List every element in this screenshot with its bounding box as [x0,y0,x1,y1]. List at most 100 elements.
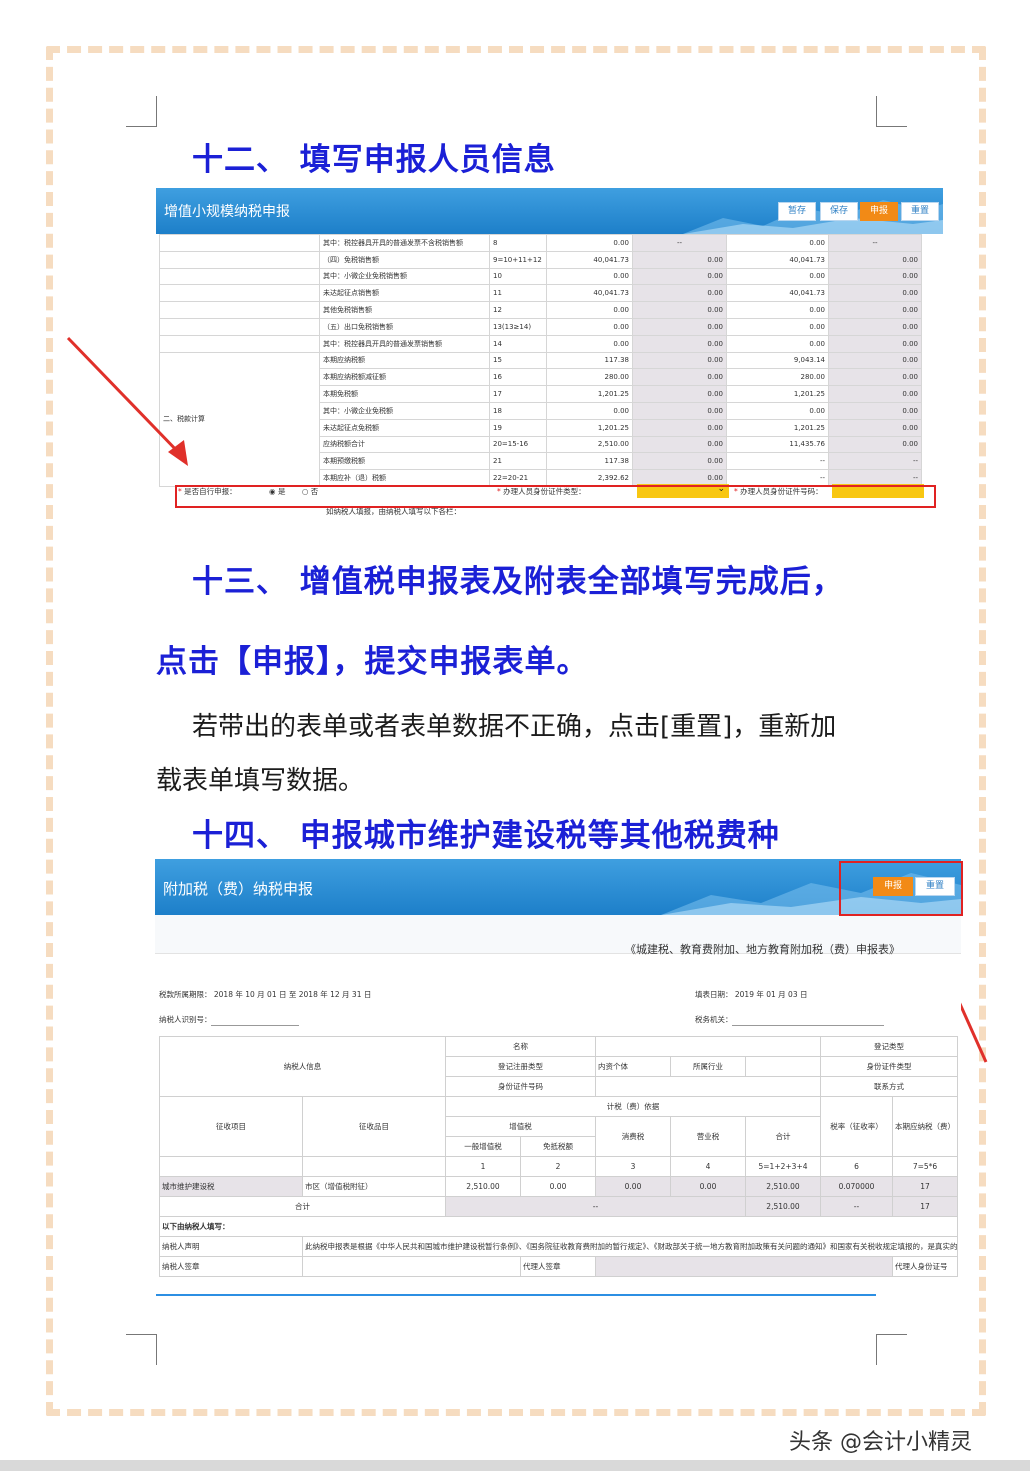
row-value[interactable]: 2,510.00 [546,435,633,454]
table-row: 其中：税控器具开具的普通发票销售额 14 0.00 0.00 0.00 0.00 [159,334,922,353]
table-row: （五）出口免税销售额 13(13≥14) 0.00 0.00 0.00 0.00 [159,317,922,336]
row-number: 22=20-21 [489,469,547,487]
row-value: 0.00 [632,334,727,353]
row-label: （四）免税销售额 [319,250,490,269]
row-number: 20=15-16 [489,435,547,454]
col-subitem: 征收品目 [302,1096,446,1157]
row-value[interactable]: 1,201.25 [726,385,829,403]
row-value[interactable]: 1,201.25 [726,418,829,437]
row-value[interactable]: 11,435.76 [726,435,829,454]
row-value: 0.00 [828,250,922,269]
sum-label: 合计 [159,1196,446,1217]
tax-office-field[interactable] [732,1025,884,1026]
section-13-heading-line1: 十三、 增值税申报表及附表全部填写完成后， [192,564,844,600]
paragraph-line1: 若带出的表单或者表单数据不正确，点击[重置]，重新加 [192,712,837,742]
crop-mark [126,96,157,127]
row-value: 0.00 [828,284,922,303]
row-value[interactable]: -- [726,452,829,471]
row-value[interactable]: 0.00 [520,1176,596,1197]
row-value[interactable]: 0.00 [726,301,829,319]
crop-mark [126,1334,157,1365]
row-value[interactable]: 40,041.73 [726,250,829,269]
row-label: （五）出口免税销售额 [319,317,490,336]
reg-kind-label: 登记类型 [820,1036,958,1057]
row-value[interactable]: 9,043.14 [726,351,829,370]
row-value[interactable]: 40,041.73 [726,284,829,303]
table-row: 二、税款计算 本期应纳税额 15 117.38 0.00 9,043.14 0.00 [159,351,922,487]
row-label: 本期应补（退）税额 [319,469,490,487]
row-number: 19 [489,418,547,437]
industry-value [745,1056,821,1077]
row-value[interactable]: -- [726,469,829,487]
row-value: 0.00 [828,435,922,454]
blank-cell [159,1156,303,1177]
row-value: 0.070000 [820,1176,893,1197]
col-rate: 税率（征收率） [820,1096,893,1157]
table-row: 其中：税控器具开具的普通发票不含税销售额 8 0.00 -- 0.00 -- [159,234,922,252]
col-due: 本期应纳税（费） [892,1096,958,1157]
row-value[interactable]: 0.00 [546,401,633,420]
agent-id-label: 代理人身份证号 [892,1256,958,1277]
row-value[interactable]: 117.38 [546,452,633,471]
row-value: 0.00 [828,267,922,286]
id-no-label: 身份证件号码 [445,1076,596,1097]
table-row: 未达起征点销售额 11 40,041.73 0.00 40,041.73 0.00 [159,284,922,303]
section-cell [159,234,320,252]
row-label: 其中：小微企业免税销售额 [319,267,490,286]
row-value: 0.00 [632,385,727,403]
sign-field[interactable] [302,1256,521,1277]
col-num: 3 [595,1156,671,1177]
submit-button[interactable]: 申报 [860,202,898,221]
row-value[interactable]: 40,041.73 [546,250,633,269]
row-value[interactable]: 0.00 [726,267,829,286]
row-number: 21 [489,452,547,471]
col-basis: 计税（费）依据 [445,1096,821,1117]
row-value[interactable]: 0.00 [546,334,633,353]
row-label: 未达起征点免税额 [319,418,490,437]
info-label: 纳税人信息 [159,1036,446,1097]
table-row: 其他免税销售额 12 0.00 0.00 0.00 0.00 [159,301,922,319]
page-title: 附加税（费）纳税申报 [163,880,314,898]
id-kind-label: 身份证件类型 [820,1056,958,1077]
col-general-vat: 一般增值税 [445,1136,521,1157]
row-value: 0.00 [828,418,922,437]
stash-button[interactable]: 暂存 [778,202,816,221]
row-value[interactable]: 0.00 [726,234,829,252]
row-value[interactable]: 0.00 [726,334,829,353]
row-value[interactable]: 40,041.73 [546,284,633,303]
row-label: 其中：税控器具开具的普通发票不含税销售额 [319,234,490,252]
highlight-box [175,485,936,508]
row-number: 17 [489,385,547,403]
reset-button[interactable]: 重置 [901,202,939,221]
statement-label: 纳税人声明 [159,1236,303,1257]
row-value[interactable]: 1,201.25 [546,385,633,403]
vat-table: 其中：税控器具开具的普通发票不含税销售额 8 0.00 -- 0.00 -- （四）免税销售… [159,234,922,487]
save-button[interactable]: 保存 [820,202,858,221]
taxpayer-id-field[interactable] [211,1025,299,1026]
sum-rate: -- [820,1196,893,1217]
row-value[interactable]: 0.00 [546,234,633,252]
col-num: 7=5*6 [892,1156,958,1177]
row-value: 0.00 [632,301,727,319]
row-label: 其他免税销售额 [319,301,490,319]
row-value[interactable]: 0.00 [546,267,633,286]
row-value[interactable]: 117.38 [546,351,633,370]
col-num: 5=1+2+3+4 [745,1156,821,1177]
row-value[interactable]: 0.00 [546,317,633,336]
row-value[interactable]: 2,392.62 [546,469,633,487]
period-label: 税款所属期限： 2018 年 10 月 01 日 至 2018 年 12 月 3… [159,990,372,999]
row-number: 10 [489,267,547,286]
row-number: 13(13≥14) [489,317,547,336]
row-value: 0.00 [632,267,727,286]
row-label: 本期应纳税额 [319,351,490,370]
row-value[interactable]: 0.00 [726,317,829,336]
row-value[interactable]: 280.00 [726,368,829,387]
row-value[interactable]: 280.00 [546,368,633,387]
row-value[interactable]: 0.00 [726,401,829,420]
row-number: 18 [489,401,547,420]
row-value: -- [828,234,922,252]
row-value[interactable]: 2,510.00 [445,1176,521,1197]
row-value[interactable]: 1,201.25 [546,418,633,437]
row-value[interactable]: 0.00 [546,301,633,319]
paragraph-line2: 载表单填写数据。 [156,766,365,796]
